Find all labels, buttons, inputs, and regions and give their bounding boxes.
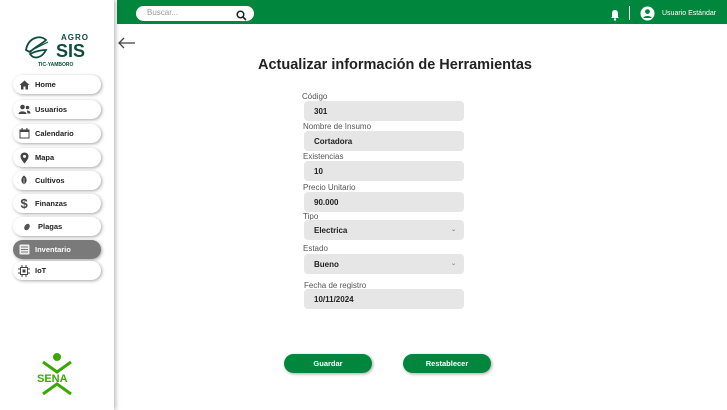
- search-placeholder: Buscar...: [147, 8, 179, 17]
- sidebar-item-iot[interactable]: IoT: [13, 261, 101, 280]
- sidebar: AGRO SIS TIC-YAMBORO Home Usuarios Calen…: [0, 0, 114, 410]
- inventory-icon: [13, 244, 35, 255]
- existencias-field[interactable]: 10: [304, 161, 464, 181]
- existencias-value: 10: [314, 166, 323, 176]
- sidebar-item-home[interactable]: Home: [13, 75, 101, 94]
- logo-line2: SIS: [56, 41, 85, 61]
- back-arrow-icon[interactable]: [117, 36, 136, 54]
- estado-value: Bueno: [314, 259, 339, 269]
- sidebar-item-usuarios[interactable]: Usuarios: [13, 100, 101, 119]
- chevron-down-icon: ⌄: [450, 261, 456, 267]
- sidebar-item-cultivos[interactable]: Cultivos: [13, 171, 101, 190]
- label-existencias: Existencias: [303, 152, 344, 161]
- home-icon: [13, 80, 35, 90]
- sidebar-item-label: Mapa: [35, 153, 55, 162]
- sena-logo: SENA: [33, 352, 81, 401]
- estado-select[interactable]: Bueno ⌄: [304, 254, 464, 274]
- username-label[interactable]: Usuario Estándar: [662, 10, 716, 17]
- codigo-value: 301: [314, 106, 328, 116]
- agrosis-logo: AGRO SIS TIC-YAMBORO: [22, 30, 94, 70]
- search-icon[interactable]: [236, 8, 247, 26]
- sidebar-item-finanzas[interactable]: $ Finanzas: [13, 194, 101, 213]
- bug-icon: [16, 222, 38, 231]
- svg-text:$: $: [20, 197, 28, 210]
- bell-icon[interactable]: [610, 8, 620, 26]
- sidebar-item-label: IoT: [35, 266, 47, 275]
- sidebar-item-plagas[interactable]: Plagas: [13, 217, 101, 236]
- chevron-down-icon: ⌄: [450, 227, 456, 233]
- sidebar-item-inventario[interactable]: Inventario: [13, 240, 101, 259]
- label-estado: Estado: [303, 244, 328, 253]
- precio-unitario-field[interactable]: 90.000: [304, 192, 464, 212]
- label-nombre-insumo: Nombre de Insumo: [303, 122, 372, 131]
- sidebar-item-calendario[interactable]: Calendario: [13, 124, 101, 143]
- dollar-icon: $: [13, 197, 35, 210]
- save-button[interactable]: Guardar: [284, 354, 372, 373]
- sidebar-item-label: Calendario: [35, 129, 74, 138]
- fecha-registro-field[interactable]: 10/11/2024: [304, 289, 464, 309]
- search-input[interactable]: Buscar...: [136, 6, 254, 21]
- header-divider: [629, 6, 630, 20]
- label-codigo: Código: [302, 92, 328, 101]
- calendar-icon: [13, 128, 35, 139]
- sidebar-item-label: Cultivos: [35, 176, 65, 185]
- tipo-select[interactable]: Electrica ⌄: [304, 220, 464, 240]
- sidebar-item-label: Plagas: [38, 222, 63, 231]
- sidebar-item-label: Usuarios: [35, 105, 68, 114]
- label-precio-unitario: Precio Unitario: [303, 183, 356, 192]
- codigo-field[interactable]: 301: [304, 101, 464, 121]
- logo-line3: TIC-YAMBORO: [38, 62, 73, 68]
- map-pin-icon: [13, 152, 35, 164]
- sidebar-item-label: Finanzas: [35, 199, 68, 208]
- users-icon: [13, 104, 35, 115]
- nombre-insumo-value: Cortadora: [314, 136, 353, 146]
- page-title: Actualizar información de Herramientas: [258, 57, 532, 73]
- user-avatar-icon[interactable]: [640, 6, 655, 26]
- nombre-insumo-field[interactable]: Cortadora: [304, 131, 464, 151]
- leaf-icon: [13, 175, 35, 186]
- sena-label: SENA: [37, 373, 68, 385]
- precio-unitario-value: 90.000: [314, 197, 339, 207]
- sidebar-item-mapa[interactable]: Mapa: [13, 148, 101, 167]
- chip-icon: [13, 264, 35, 277]
- reset-button[interactable]: Restablecer: [403, 354, 491, 373]
- fecha-registro-value: 10/11/2024: [314, 294, 354, 304]
- sidebar-item-label: Home: [35, 80, 56, 89]
- tipo-value: Electrica: [314, 225, 348, 235]
- sidebar-item-label: Inventario: [35, 245, 71, 254]
